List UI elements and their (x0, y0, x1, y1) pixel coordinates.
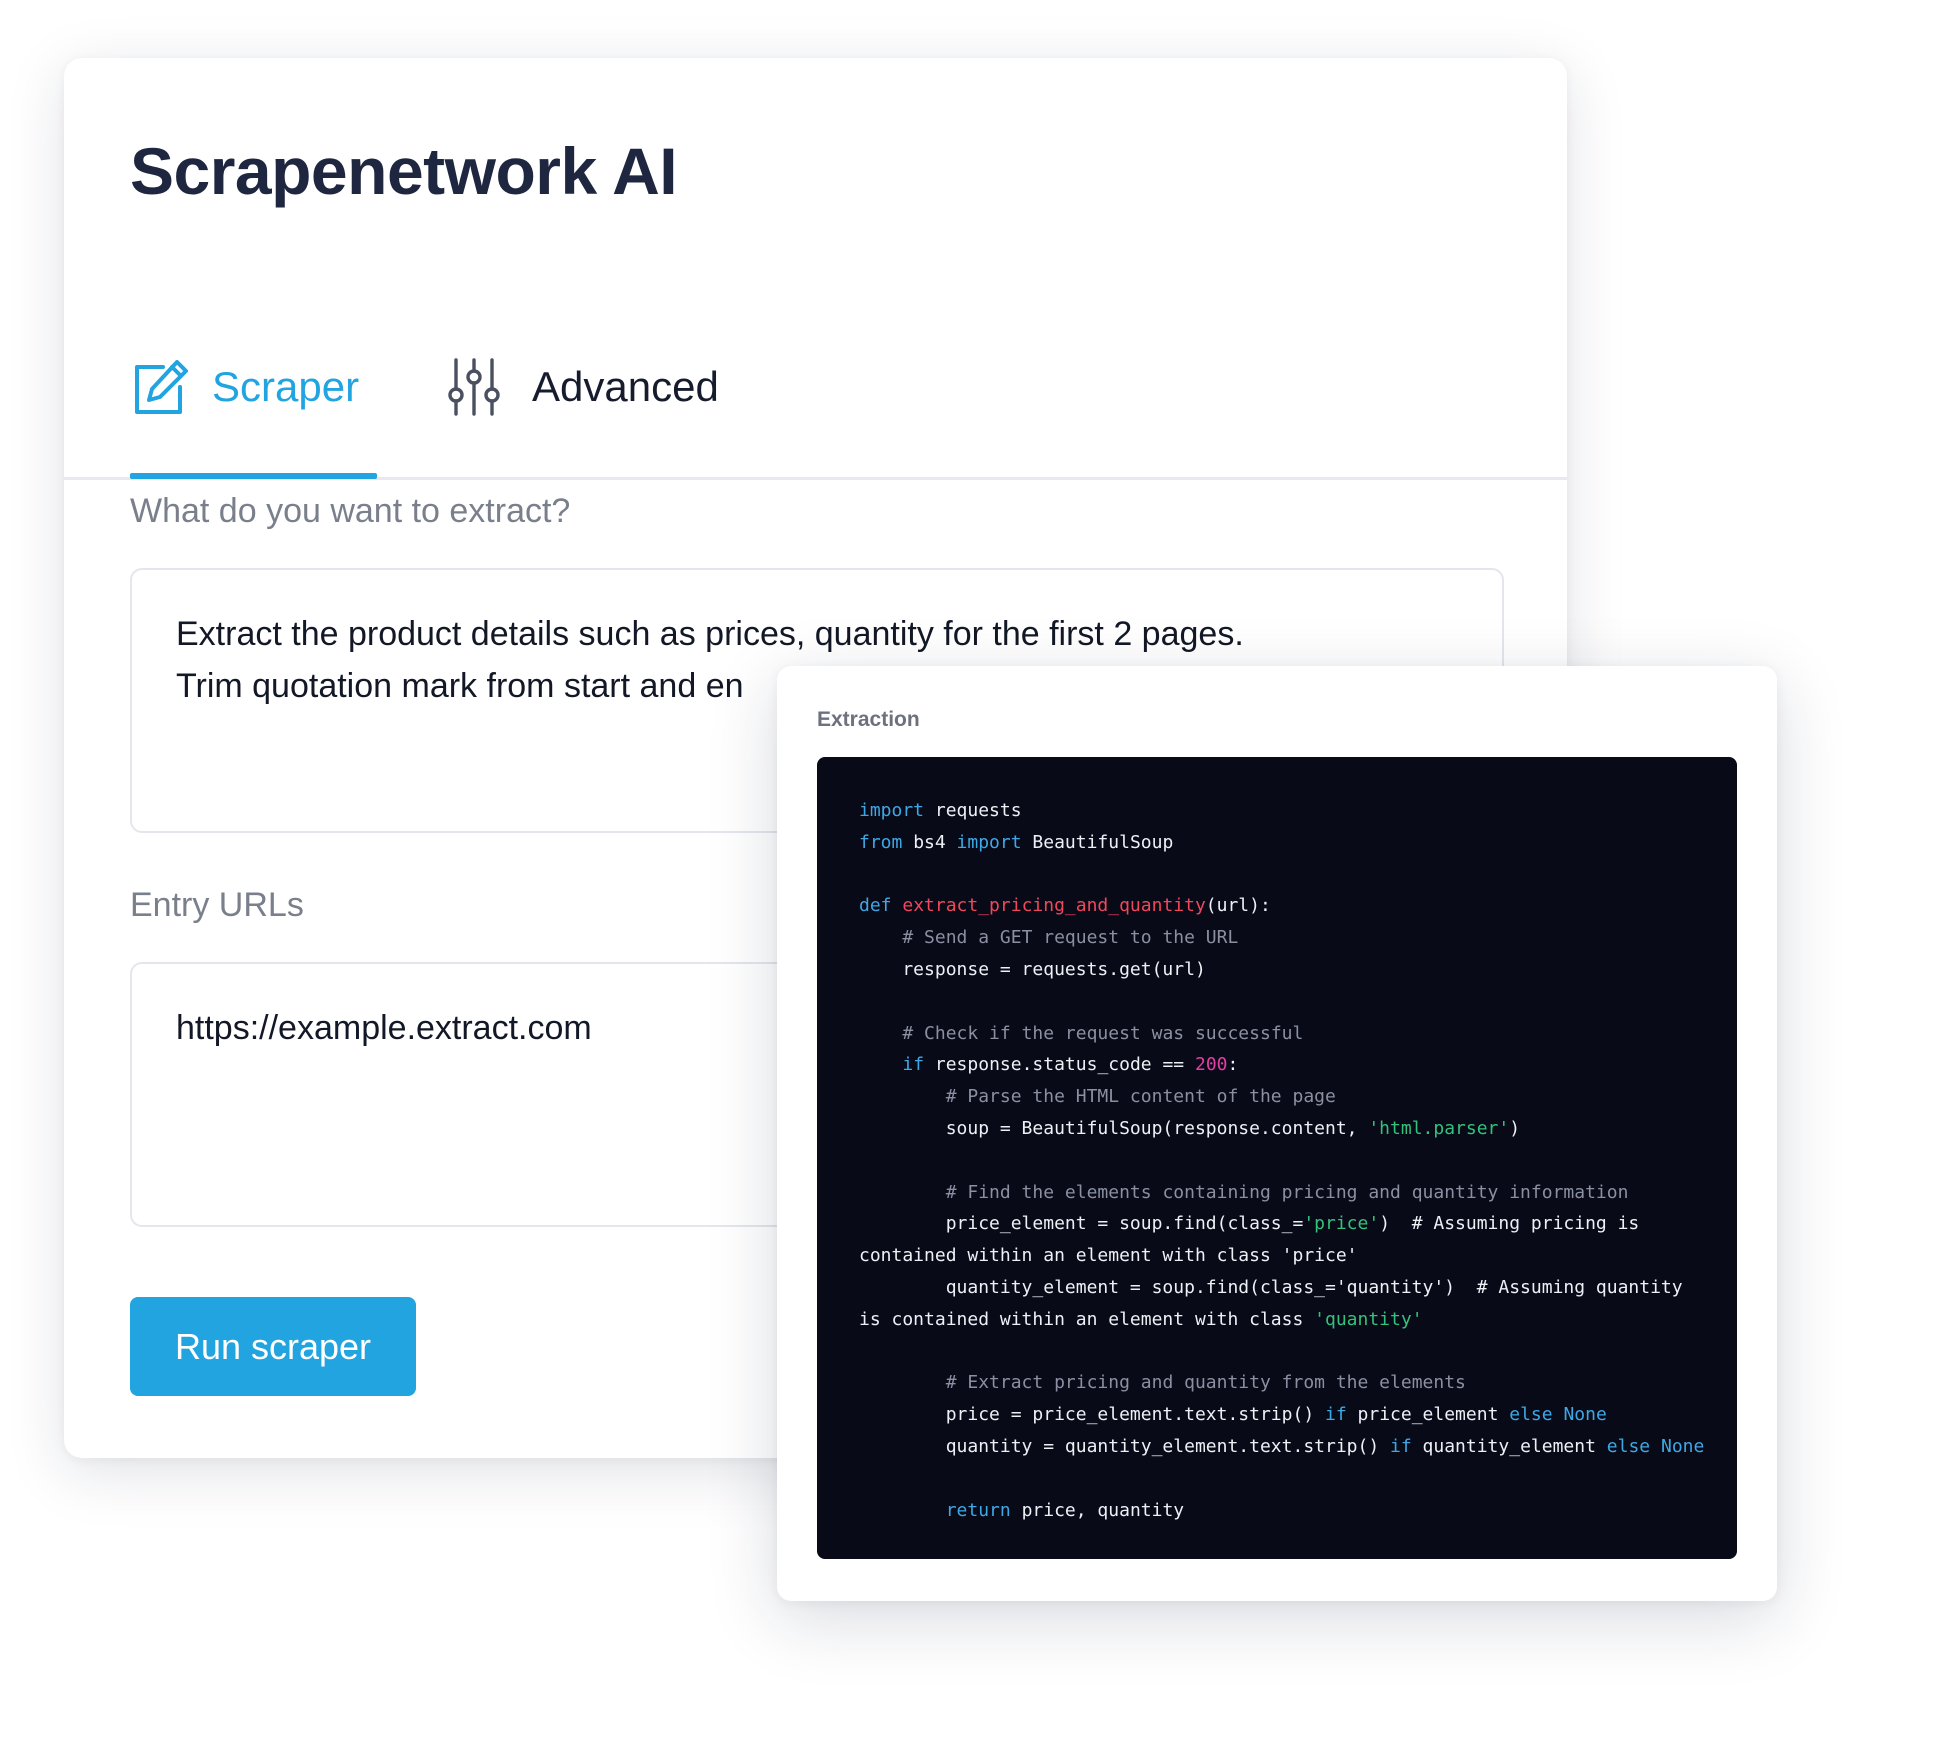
tab-scraper[interactable]: Scraper (130, 356, 359, 418)
code-line: price_element = soup.find(class_='price'… (859, 1208, 1737, 1240)
code-token: 'html.parser' (1368, 1117, 1510, 1139)
code-token: from (859, 831, 903, 853)
code-token: bs4 (902, 831, 957, 853)
code-line: from bs4 import BeautifulSoup (859, 827, 1737, 859)
code-token: : (1227, 1054, 1239, 1076)
code-token: if (1325, 1404, 1347, 1426)
code-token: # Extract pricing and quantity from the … (945, 1372, 1466, 1394)
code-token: extract_pricing_and_quantity (902, 895, 1206, 917)
run-scraper-button[interactable]: Run scraper (130, 1297, 416, 1396)
code-token: price_element = soup.find(class_= (859, 1213, 1304, 1235)
tab-advanced-label: Advanced (532, 363, 719, 410)
code-line: import requests (859, 795, 1737, 827)
code-line: # Send a GET request to the URL (859, 922, 1737, 954)
code-token: 'price' (1303, 1213, 1380, 1235)
extraction-card: Extraction import requests from bs4 impor… (777, 666, 1777, 1601)
extraction-label: Extraction (817, 708, 920, 731)
sliders-icon (444, 357, 504, 417)
code-token: None (1660, 1435, 1705, 1457)
code-line: # Extract pricing and quantity from the … (859, 1367, 1737, 1399)
code-token: if (902, 1054, 925, 1076)
code-token: import (956, 831, 1022, 853)
code-line: def extract_pricing_and_quantity(url): (859, 890, 1737, 922)
code-token: ) (1509, 1117, 1521, 1139)
entry-urls-label: Entry URLs (130, 886, 304, 924)
code-token: return (945, 1499, 1011, 1521)
code-token: import (859, 800, 925, 821)
extract-label: What do you want to extract? (130, 492, 571, 530)
code-token: else (1509, 1404, 1553, 1426)
code-token: quantity_element = soup.find(class_='qua… (859, 1276, 1683, 1298)
code-token: 'quantity' (1314, 1308, 1423, 1330)
code-token: price = price_element.text.strip() (859, 1404, 1325, 1426)
code-token: (url): (1205, 895, 1271, 917)
code-token: response = requests.get(url) (859, 958, 1206, 980)
code-line: response = requests.get(url) (859, 954, 1737, 986)
extract-text-line: Extract the product details such as pric… (176, 615, 1244, 653)
code-token: is contained within an element with clas… (859, 1308, 1315, 1330)
code-token: response.status_code == (924, 1054, 1195, 1076)
code-token: # Check if the request was successful (902, 1022, 1304, 1044)
tab-scraper-label: Scraper (212, 363, 360, 410)
code-token: def (859, 895, 892, 917)
code-token: 200 (1194, 1054, 1228, 1076)
code-token: contained within an element with class '… (859, 1245, 1358, 1267)
code-line: quantity = quantity_element.text.strip()… (859, 1431, 1737, 1463)
code-token: price, quantity (1010, 1499, 1185, 1521)
code-token: BeautifulSoup (1021, 831, 1174, 853)
code-line: quantity_element = soup.find(class_='qua… (859, 1272, 1737, 1304)
code-line: price = price_element.text.strip() if pr… (859, 1399, 1737, 1431)
app-title: Scrapenetwork AI (130, 134, 678, 208)
code-token: None (1563, 1404, 1607, 1426)
code-block[interactable]: import requests from bs4 import Beautiful… (817, 757, 1737, 1559)
edit-icon (130, 357, 190, 417)
code-line: # Parse the HTML content of the page (859, 1081, 1737, 1113)
code-token: # Parse the HTML content of the page (945, 1086, 1336, 1108)
code-line: if response.status_code == 200: (859, 1049, 1737, 1081)
code-token: requests (924, 800, 1022, 821)
code-token: if (1390, 1435, 1412, 1457)
code-token: soup = BeautifulSoup(response.content, (859, 1117, 1369, 1139)
code-line: contained within an element with class '… (859, 1240, 1737, 1272)
code-line: # Find the elements containing pricing a… (859, 1177, 1737, 1209)
code-token: ) # Assuming pricing is (1379, 1213, 1640, 1235)
code-token: else (1606, 1435, 1651, 1457)
code-line: return price, quantity (859, 1495, 1737, 1527)
code-token: quantity = quantity_element.text.strip() (859, 1435, 1391, 1457)
code-token: price_element (1346, 1404, 1510, 1426)
code-token: # Find the elements containing pricing a… (945, 1181, 1629, 1203)
code-token: quantity_element (1411, 1435, 1607, 1457)
code-line: # Check if the request was successful (859, 1018, 1737, 1050)
tab-bar: Scraper Advanced (64, 298, 1567, 480)
code-token: # Send a GET request to the URL (902, 927, 1239, 949)
active-tab-indicator (130, 473, 377, 479)
code-line: is contained within an element with clas… (859, 1304, 1737, 1336)
tab-advanced[interactable]: Advanced (444, 356, 719, 418)
code-line: soup = BeautifulSoup(response.content, '… (859, 1113, 1737, 1145)
